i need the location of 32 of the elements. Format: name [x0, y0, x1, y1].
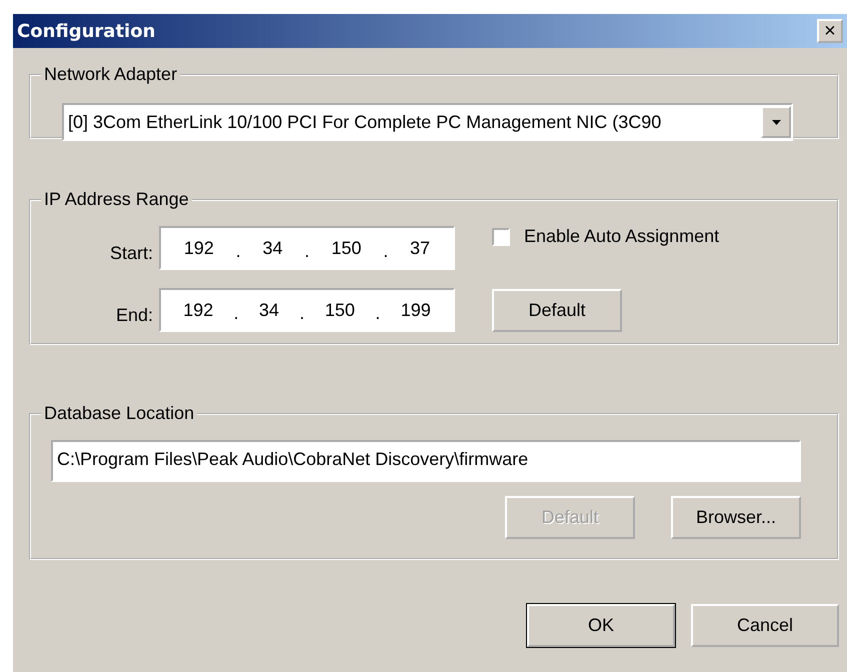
- dropdown[interactable]: [0] 3Com EtherLink 10/100 PCI For Complete PC Management NIC (3C90: [62, 103, 793, 141]
- ip-octet: 150: [324, 300, 355, 320]
- separator-dot: .: [304, 240, 310, 262]
- group-label: Database Location: [43, 403, 196, 424]
- ip-octet: 199: [400, 300, 431, 320]
- ip-address-field[interactable]: 192 . 34 . 150 . 199: [159, 288, 455, 332]
- field-label: Start:: [108, 242, 154, 264]
- ip-octet: 192: [183, 300, 214, 320]
- path-field[interactable]: C:\Program Files\Peak Audio\CobraNet Discovery\firmware: [51, 440, 801, 482]
- ip-octet: 37: [410, 238, 430, 258]
- ip-octet: 192: [184, 238, 214, 258]
- ip-octet: 150: [331, 238, 362, 258]
- group-label: IP Address Range: [43, 189, 190, 210]
- separator-dot: .: [299, 302, 304, 324]
- button[interactable]: Cancel: [691, 604, 839, 647]
- window-title: Configuration: [17, 20, 156, 42]
- ip-octet: 34: [262, 238, 283, 258]
- checkbox[interactable]: [492, 228, 510, 246]
- separator-dot: .: [383, 240, 388, 262]
- ip-octet: 34: [259, 300, 280, 320]
- ip-address-field[interactable]: 192 . 34 . 150 . 37: [159, 226, 455, 270]
- separator-dot: .: [375, 302, 380, 324]
- close-button[interactable]: ×: [817, 19, 843, 43]
- button[interactable]: Browser...: [671, 496, 801, 539]
- button[interactable]: Default: [492, 288, 622, 332]
- checkbox-label: Enable Auto Assignment: [524, 226, 720, 247]
- dropdown-value: [0] 3Com EtherLink 10/100 PCI For Complete PC Management NIC (3C90: [67, 112, 662, 132]
- separator-dot: .: [236, 240, 241, 262]
- button[interactable]: OK: [527, 604, 675, 647]
- group-label: Network Adapter: [43, 64, 178, 85]
- field-label: End:: [114, 304, 154, 326]
- separator-dot: .: [234, 302, 239, 324]
